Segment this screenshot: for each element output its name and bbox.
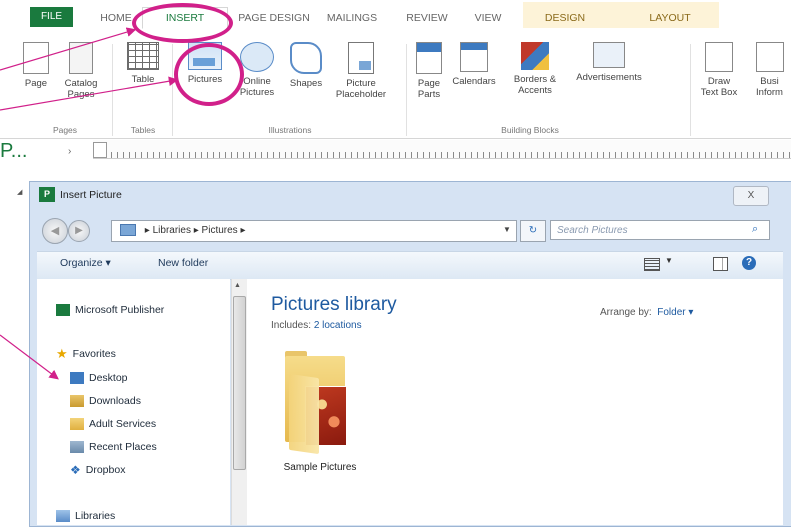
arrow-to-favorites bbox=[0, 334, 59, 380]
arrow-to-pictures-button bbox=[0, 76, 179, 111]
arrow-to-insert-tab bbox=[0, 27, 137, 71]
annotation-arrows bbox=[0, 27, 179, 380]
